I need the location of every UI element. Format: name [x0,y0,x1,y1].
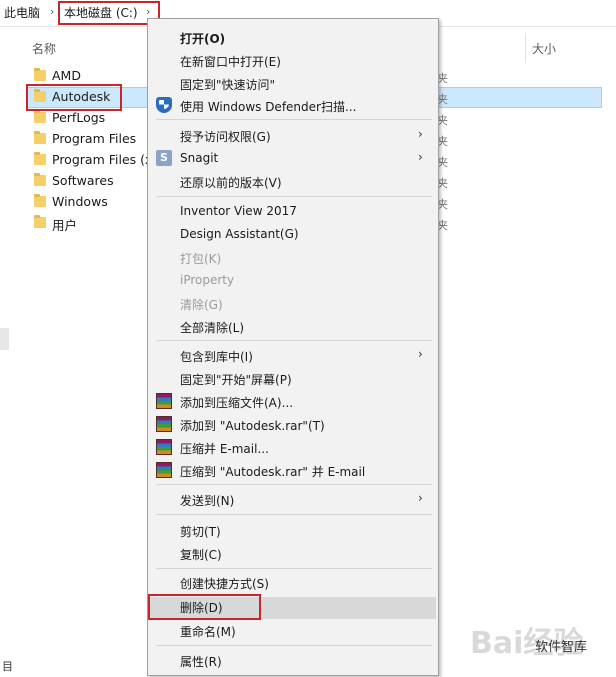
file-name: AMD [52,68,81,83]
windows-defender-icon [156,97,172,113]
menu-item-send-to[interactable]: 发送到(N) [180,492,234,509]
list-item[interactable]: AMD [26,66,146,86]
file-name: Program Files [52,131,137,146]
winrar-icon [156,462,172,478]
menu-separator [156,340,432,341]
menu-item-create-shortcut[interactable]: 创建快捷方式(S) [180,575,269,592]
menu-item-include-library[interactable]: 包含到库中(I) [180,348,253,365]
watermark-channel: 软件智库 [535,640,588,655]
menu-item-inventor-view[interactable]: Inventor View 2017 [180,204,297,218]
column-divider [525,33,526,63]
folder-icon [34,152,46,165]
folder-icon [34,173,46,186]
file-name: Softwares [52,173,114,188]
menu-separator [156,196,432,197]
menu-item-pin-start[interactable]: 固定到"开始"屏幕(P) [180,371,292,388]
folder-icon [34,131,46,144]
chevron-right-icon[interactable]: › [50,5,54,18]
file-name: 用户 [52,218,78,233]
file-name: PerfLogs [52,110,106,125]
navigation-pane-edge [0,328,9,350]
menu-item-open-new-window[interactable]: 在新窗口中打开(E) [180,53,281,70]
submenu-arrow-icon: › [418,491,423,505]
folder-icon [34,110,46,123]
submenu-arrow-icon: › [418,150,423,164]
submenu-arrow-icon: › [418,127,423,141]
menu-item-add-archive[interactable]: 添加到压缩文件(A)... [180,394,293,411]
file-name: Program Files (x [52,152,153,167]
menu-item-compress-email[interactable]: 压缩并 E-mail... [180,440,269,457]
menu-item-design-assistant[interactable]: Design Assistant(G) [180,227,299,241]
menu-item-grant-access[interactable]: 授予访问权限(G) [180,128,271,145]
menu-item-rename[interactable]: 重命名(M) [180,623,236,640]
winrar-icon [156,439,172,455]
menu-item-properties[interactable]: 属性(R) [180,653,222,670]
menu-separator [156,514,432,515]
list-item[interactable]: Softwares [26,171,146,191]
menu-separator [156,645,432,646]
list-item[interactable]: PerfLogs [26,108,146,128]
menu-separator [156,568,432,569]
submenu-arrow-icon: › [418,347,423,361]
winrar-icon [156,416,172,432]
menu-item-pack: 打包(K) [180,252,222,266]
breadcrumb-this-pc[interactable]: 此电脑 [4,5,40,21]
menu-item-add-rar[interactable]: 添加到 "Autodesk.rar"(T) [180,417,325,434]
highlight-box [26,84,122,111]
folder-icon [34,194,46,207]
menu-item-open[interactable]: 打开(O) [180,30,225,47]
menu-separator [156,119,432,120]
menu-item-cut[interactable]: 剪切(T) [180,523,221,540]
column-header-name[interactable]: 名称 [32,40,56,57]
context-menu: 打开(O) 在新窗口中打开(E) 固定到"快速访问" 使用 Windows De… [147,18,439,676]
list-item[interactable]: 用户 [26,213,146,233]
folder-icon [34,215,46,228]
list-item[interactable]: Program Files [26,129,146,149]
menu-item-restore-versions[interactable]: 还原以前的版本(V) [180,174,282,191]
file-name: Windows [52,194,108,209]
menu-item-clear-all[interactable]: 全部清除(L) [180,319,244,336]
menu-separator [156,484,432,485]
menu-item-snagit[interactable]: Snagit [180,151,218,165]
winrar-icon [156,393,172,409]
status-bar-text: 目 [2,660,13,673]
menu-item-defender-scan[interactable]: 使用 Windows Defender扫描... [180,98,356,115]
highlight-box [58,1,160,25]
menu-item-iproperty: iProperty [180,273,235,287]
menu-item-copy[interactable]: 复制(C) [180,546,222,563]
column-header-size[interactable]: 大小 [532,40,556,57]
folder-icon [34,68,46,81]
list-item[interactable]: Program Files (x [26,150,152,170]
menu-item-clear: 清除(G) [180,298,223,312]
snagit-icon [156,150,172,166]
menu-item-compress-rar-email[interactable]: 压缩到 "Autodesk.rar" 并 E-mail [180,463,365,480]
menu-item-pin-quick-access[interactable]: 固定到"快速访问" [180,76,275,93]
list-item[interactable]: Windows [26,192,146,212]
highlight-box [148,594,261,620]
